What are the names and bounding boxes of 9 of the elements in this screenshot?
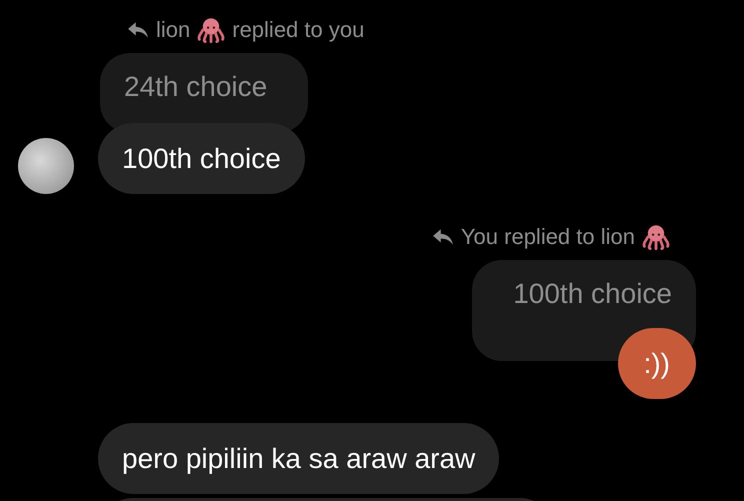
reply-label: replied to you <box>232 16 364 44</box>
reply-arrow-icon <box>127 21 149 39</box>
octopus-icon <box>197 16 226 44</box>
reply-label: You replied to lion <box>460 223 635 251</box>
reply-sender-name: lion <box>156 16 190 44</box>
message-bubble: 100th choice <box>98 123 305 194</box>
reply-arrow-icon <box>432 228 454 246</box>
octopus-icon <box>642 223 670 251</box>
message-bubble: pero pipiliin ka sa araw araw <box>98 423 500 494</box>
